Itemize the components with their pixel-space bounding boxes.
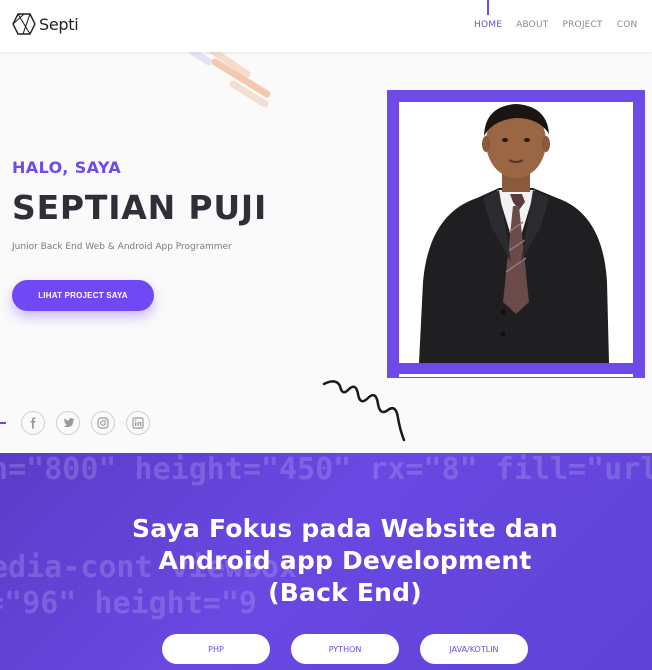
skill-tags: PHP PYTHON JAVA/KOTLIN: [162, 634, 528, 664]
nav-links: HOME ABOUT PROJECT CON: [474, 20, 637, 30]
nav-link-home[interactable]: HOME: [474, 20, 502, 30]
hero-name: SEPTIAN PUJI: [12, 188, 268, 227]
skill-tag-php[interactable]: PHP: [162, 634, 270, 664]
nav-link-about[interactable]: ABOUT: [516, 20, 548, 30]
hero-role: Junior Back End Web & Android App Progra…: [12, 242, 232, 252]
skill-tag-java-kotlin[interactable]: JAVA/KOTLIN: [420, 634, 528, 664]
view-projects-button[interactable]: LIHAT PROJECT SAYA: [12, 280, 154, 311]
focus-title: Saya Fokus pada Website dan Android app …: [0, 513, 652, 609]
focus-title-line: Android app Development: [158, 546, 532, 575]
skill-tag-python[interactable]: PYTHON: [291, 634, 399, 664]
linkedin-link[interactable]: [126, 411, 150, 435]
social-links: [21, 411, 150, 435]
hero-greeting: HALO, SAYA: [12, 158, 122, 177]
focus-title-line: (Back End): [268, 578, 422, 607]
twitter-link[interactable]: [56, 411, 80, 435]
nav-link-project[interactable]: PROJECT: [562, 20, 602, 30]
page: Septi HOME ABOUT PROJECT CON HALO, SAYA …: [0, 0, 652, 670]
code-background-line: th="800" height="450" rx="8" fill="url(: [0, 453, 652, 487]
brand-logo[interactable]: Septi: [12, 12, 79, 36]
instagram-link[interactable]: [91, 411, 115, 435]
twitter-icon: [63, 418, 74, 428]
brand-mark-icon: [12, 13, 36, 35]
active-nav-indicator: [487, 0, 489, 15]
hero-section: HALO, SAYA SEPTIAN PUJI Junior Back End …: [0, 52, 652, 453]
linkedin-icon: [132, 417, 144, 429]
navbar: Septi HOME ABOUT PROJECT CON: [0, 0, 652, 52]
photo-frame-accent-line: [399, 374, 633, 377]
instagram-icon: [97, 417, 109, 429]
social-accent-line: [0, 422, 6, 424]
profile-photo: [399, 102, 633, 363]
brand-name: Septi: [39, 14, 79, 34]
decorative-squiggle: [322, 380, 406, 442]
decorative-stripes: [189, 52, 271, 108]
focus-section: th="800" height="450" rx="8" fill="url( …: [0, 453, 652, 670]
profile-photo-frame: [387, 90, 645, 378]
profile-portrait-illustration: [399, 102, 633, 363]
facebook-link[interactable]: [21, 411, 45, 435]
focus-title-line: Saya Fokus pada Website dan: [131, 514, 559, 543]
facebook-icon: [30, 417, 36, 429]
nav-link-contact[interactable]: CON: [617, 20, 638, 30]
